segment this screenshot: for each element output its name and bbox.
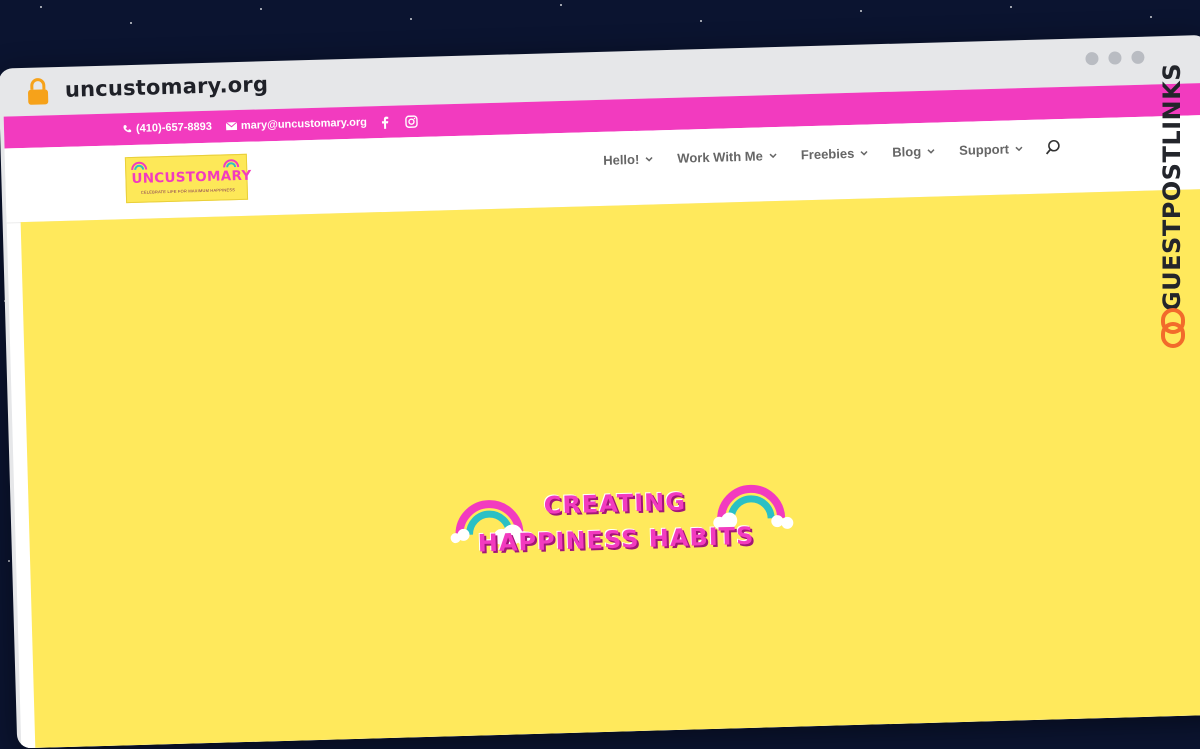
envelope-icon	[225, 122, 237, 131]
logo-text: UNCUSTOMARY	[131, 167, 252, 188]
nav-item-label: Hello!	[602, 151, 640, 168]
nav-item-hello[interactable]: Hello!	[603, 151, 654, 167]
window-dot[interactable]	[1131, 50, 1145, 65]
phone-text: (410)-657-8893	[135, 120, 213, 135]
nav-item-freebies[interactable]: Freebies	[801, 145, 869, 162]
chevron-down-icon	[1015, 146, 1023, 151]
chevron-down-icon	[860, 150, 868, 156]
email-text: mary@uncustomary.org	[240, 116, 368, 132]
chevron-down-icon	[769, 153, 777, 158]
email-link[interactable]: mary@uncustomary.org	[225, 116, 368, 132]
nav-item-label: Support	[958, 141, 1010, 158]
window-controls	[1085, 50, 1145, 66]
nav-item-support[interactable]: Support	[958, 141, 1023, 158]
logo-tagline: CELEBRATE LIFE FOR MAXIMUM HAPPINESS	[140, 187, 236, 195]
chevron-down-icon	[927, 148, 935, 154]
link-icon	[1161, 308, 1185, 348]
phone-link[interactable]: (410)-657-8893	[122, 121, 212, 136]
url-text[interactable]: uncustomary.org	[65, 72, 269, 102]
nav-item-label: Freebies	[800, 145, 855, 162]
search-icon[interactable]	[1045, 139, 1061, 155]
window-dot[interactable]	[1085, 51, 1099, 66]
nav-item-blog[interactable]: Blog	[892, 143, 935, 159]
rainbow-icon	[223, 159, 240, 168]
hero-section: CREATING HAPPINESS HABITS	[20, 188, 1200, 748]
hero-line-1: CREATING	[543, 487, 687, 520]
nav-item-work-with-me[interactable]: Work With Me	[677, 147, 777, 165]
instagram-icon[interactable]	[405, 114, 418, 128]
browser-scene: uncustomary.org (410)-657-8893 mary@uncu…	[0, 0, 1200, 749]
main-nav: Hello! Work With Me Freebies Blog Suppor…	[579, 139, 1061, 168]
window-dot[interactable]	[1108, 51, 1122, 65]
watermark-text: GUESTPOSTLINKS	[1158, 62, 1186, 312]
lock-icon	[28, 78, 49, 105]
hero-banner: CREATING HAPPINESS HABITS	[448, 480, 810, 580]
nav-item-label: Blog	[892, 143, 922, 160]
site-logo[interactable]: UNCUSTOMARY CELEBRATE LIFE FOR MAXIMUM H…	[124, 153, 252, 204]
phone-icon	[123, 125, 132, 133]
browser-window: uncustomary.org (410)-657-8893 mary@uncu…	[0, 34, 1200, 749]
rainbow-icon	[131, 161, 148, 171]
nav-item-label: Work With Me	[677, 147, 764, 166]
chevron-down-icon	[645, 156, 653, 162]
watermark: GUESTPOSTLINKS	[1154, 58, 1194, 358]
facebook-icon[interactable]	[381, 115, 389, 129]
web-page: (410)-657-8893 mary@uncustomary.org UNCU…	[3, 82, 1200, 749]
